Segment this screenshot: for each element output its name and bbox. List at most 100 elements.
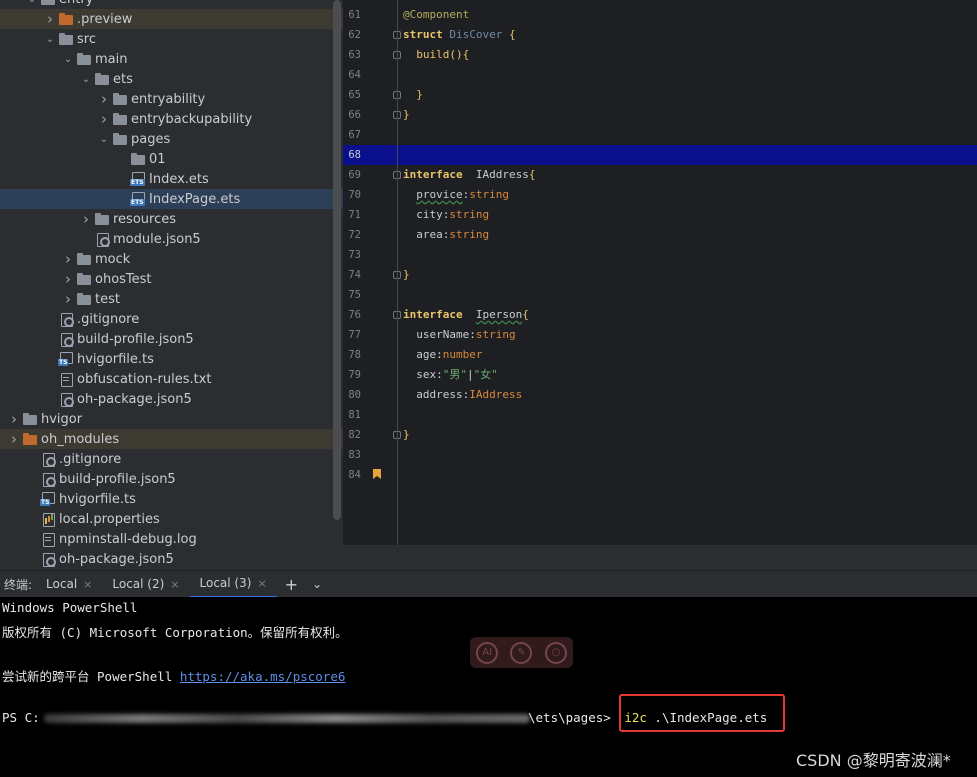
tree-item[interactable]: › ohosTest — [0, 269, 343, 289]
tree-item[interactable]: 01 — [0, 149, 343, 169]
code-line[interactable]: 76 interface Iperson{ — [343, 305, 977, 325]
code-line[interactable]: 78 age:number — [343, 345, 977, 365]
code-line[interactable]: 65 } — [343, 85, 977, 105]
code-line[interactable]: 67 — [343, 125, 977, 145]
code-token: { — [508, 28, 516, 41]
line-number: 72 — [348, 229, 361, 241]
code-line[interactable]: 69 interface IAddress{ — [343, 165, 977, 185]
tree-item[interactable]: ⌄ pages — [0, 129, 343, 149]
line-number: 67 — [348, 129, 361, 141]
chevron-down-icon[interactable]: ⌄ — [96, 129, 112, 149]
code-line[interactable]: 63 build(){ — [343, 45, 977, 65]
chevron-down-icon[interactable]: ⌄ — [42, 29, 58, 49]
search-icon[interactable]: ○ — [544, 641, 567, 664]
tree-item[interactable]: › hvigor — [0, 409, 343, 429]
tree-item[interactable]: IndexPage.ets — [0, 189, 343, 209]
code-token: DisCover — [449, 28, 509, 41]
tree-item[interactable]: ⌄ ets — [0, 69, 343, 89]
chevron-right-icon[interactable]: › — [60, 249, 76, 269]
pscore-link[interactable]: https://aka.ms/pscore6 — [180, 669, 346, 684]
tree-item-label: 01 — [149, 151, 166, 167]
tree-item[interactable]: › mock — [0, 249, 343, 269]
tree-item-label: .gitignore — [77, 311, 140, 327]
code-line[interactable]: 70 provice:string — [343, 185, 977, 205]
tree-item[interactable]: build-profile.json5 — [0, 329, 343, 349]
chevron-down-icon[interactable]: ⌄ — [78, 69, 94, 89]
code-line[interactable]: 68 — [343, 145, 977, 165]
tree-item[interactable]: .gitignore — [0, 449, 343, 469]
terminal-tab-label: Local (2) — [112, 577, 165, 591]
tree-item[interactable]: oh-package.json5 — [0, 549, 343, 569]
chevron-right-icon[interactable]: › — [60, 269, 76, 289]
tree-item[interactable]: ⌄ entry — [0, 0, 343, 9]
chevron-right-icon[interactable]: › — [42, 9, 58, 29]
code-text: } — [403, 105, 410, 125]
ets-file-icon — [130, 172, 146, 186]
code-line[interactable]: 73 — [343, 245, 977, 265]
close-icon[interactable]: × — [170, 578, 179, 591]
terminal-tab[interactable]: Local (2) × — [102, 571, 189, 598]
chevron-right-icon[interactable]: › — [96, 89, 112, 109]
code-line[interactable]: 84 — [343, 465, 977, 485]
terminal-tab[interactable]: Local (3) × — [189, 571, 277, 598]
magic-wand-icon[interactable]: ✎ — [510, 641, 533, 664]
line-number: 82 — [348, 429, 361, 441]
chevron-down-icon[interactable]: ⌄ — [24, 0, 40, 9]
config-file-icon — [40, 452, 56, 467]
code-line[interactable]: 66} — [343, 105, 977, 125]
tree-item[interactable]: hvigorfile.ts — [0, 349, 343, 369]
tree-item[interactable]: Index.ets — [0, 169, 343, 189]
close-icon[interactable]: × — [83, 578, 92, 591]
code-editor[interactable]: 61 @Component 62 struct DisCover {63 build(… — [343, 0, 977, 545]
chevron-right-icon[interactable]: › — [78, 209, 94, 229]
code-line[interactable]: 72 area:string — [343, 225, 977, 245]
chevron-right-icon[interactable]: › — [60, 289, 76, 309]
tree-item[interactable]: › entryability — [0, 89, 343, 109]
tree-item[interactable]: local.properties — [0, 509, 343, 529]
tree-scrollbar[interactable] — [333, 0, 341, 520]
code-text: age:number — [403, 345, 482, 365]
code-line[interactable]: 82} — [343, 425, 977, 445]
tree-item[interactable]: oh-package.json5 — [0, 389, 343, 409]
tree-item[interactable]: obfuscation-rules.txt — [0, 369, 343, 389]
tree-item[interactable]: .gitignore — [0, 309, 343, 329]
code-line[interactable]: 71 city:string — [343, 205, 977, 225]
tree-item[interactable]: › .preview — [0, 9, 343, 29]
line-number: 71 — [348, 209, 361, 221]
code-line[interactable]: 61 @Component — [343, 5, 977, 25]
code-line[interactable]: 81 — [343, 405, 977, 425]
code-line[interactable]: 62 struct DisCover { — [343, 25, 977, 45]
tree-item[interactable]: ⌄ src — [0, 29, 343, 49]
code-line[interactable]: 64 — [343, 65, 977, 85]
config-file-icon — [94, 232, 110, 247]
tree-item[interactable]: › test — [0, 289, 343, 309]
code-line[interactable]: 74} — [343, 265, 977, 285]
chevron-right-icon[interactable]: › — [6, 429, 22, 449]
chevron-down-icon[interactable]: ⌄ — [312, 577, 322, 591]
tree-item[interactable]: module.json5 — [0, 229, 343, 249]
tree-item[interactable]: npminstall-debug.log — [0, 529, 343, 549]
code-line[interactable]: 75 — [343, 285, 977, 305]
tree-item[interactable]: › oh_modules — [0, 429, 343, 449]
terminal-output[interactable]: Windows PowerShell 版权所有 (C) Microsoft Co… — [0, 597, 977, 777]
code-line[interactable]: 80 address:IAddress — [343, 385, 977, 405]
folder-icon — [112, 112, 128, 126]
code-line[interactable]: 77 userName:string — [343, 325, 977, 345]
tree-item-label: local.properties — [59, 511, 160, 527]
terminal-tab[interactable]: Local × — [36, 571, 102, 598]
tree-item[interactable]: › entrybackupability — [0, 109, 343, 129]
chevron-right-icon[interactable]: › — [6, 409, 22, 429]
tree-item[interactable]: ⌄ main — [0, 49, 343, 69]
tree-item[interactable]: › resources — [0, 209, 343, 229]
tree-item[interactable]: hvigorfile.ts — [0, 489, 343, 509]
ai-assistant-icon[interactable]: AI — [476, 641, 499, 664]
chevron-down-icon[interactable]: ⌄ — [60, 49, 76, 69]
chevron-right-icon[interactable]: › — [96, 109, 112, 129]
add-tab-icon[interactable]: + — [285, 575, 298, 594]
tree-item[interactable]: build-profile.json5 — [0, 469, 343, 489]
close-icon[interactable]: × — [257, 577, 266, 590]
code-token: struct — [403, 28, 450, 41]
tree-item-label: Index.ets — [149, 171, 209, 187]
code-line[interactable]: 79 sex:"男"|"女" — [343, 365, 977, 385]
code-line[interactable]: 83 — [343, 445, 977, 465]
